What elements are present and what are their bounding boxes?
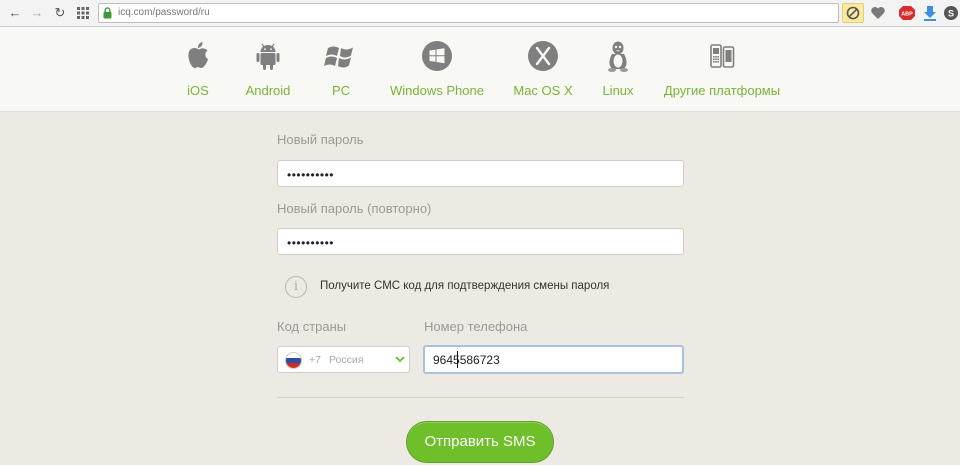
repeat-password-field[interactable]: •••••••••• xyxy=(277,228,684,255)
block-icon[interactable] xyxy=(842,3,864,23)
platform-label: iOS xyxy=(187,83,209,98)
heart-icon[interactable] xyxy=(867,3,889,23)
info-icon: i xyxy=(285,276,307,298)
platform-label: Другие платформы xyxy=(663,83,781,98)
text-cursor xyxy=(457,351,458,368)
platforms-bar: iOS Android PC Windows Phone Mac OS X Li… xyxy=(0,27,960,112)
apple-icon xyxy=(188,42,208,68)
reload-icon[interactable]: ↻ xyxy=(51,4,69,22)
new-password-value: •••••••••• xyxy=(287,168,335,182)
windows-icon xyxy=(324,46,353,68)
platform-label: Mac OS X xyxy=(513,83,573,98)
platform-label: PC xyxy=(331,83,351,98)
phone-number-value: 9645586723 xyxy=(433,353,500,367)
platform-ios[interactable]: iOS xyxy=(168,27,228,112)
lock-icon xyxy=(103,7,112,19)
platform-label: Android xyxy=(245,83,291,98)
address-bar[interactable]: icq.com/password/ru xyxy=(98,3,839,23)
phone-number-label: Номер телефона xyxy=(424,319,528,334)
platform-windows-phone[interactable]: Windows Phone xyxy=(388,27,486,112)
address-url: icq.com/password/ru xyxy=(118,7,210,18)
linux-icon xyxy=(608,41,628,72)
phone-number-input[interactable]: 9645586723 xyxy=(423,345,684,374)
skype-icon[interactable]: S xyxy=(942,3,960,23)
country-code-label: Код страны xyxy=(277,319,347,334)
send-sms-button[interactable]: Отправить SMS xyxy=(406,421,554,463)
new-password-field[interactable]: •••••••••• xyxy=(277,160,684,187)
chevron-down-icon xyxy=(395,356,405,363)
adblock-icon[interactable]: ABP xyxy=(896,3,918,23)
apps-grid-icon[interactable] xyxy=(74,4,92,22)
country-code-value: +7 xyxy=(309,354,321,366)
info-text: Получите СМС код для подтверждения смены… xyxy=(320,280,610,292)
platform-other[interactable]: Другие платформы xyxy=(660,27,784,112)
platform-android[interactable]: Android xyxy=(236,27,300,112)
back-arrow-icon[interactable]: ← xyxy=(6,4,24,22)
download-icon[interactable] xyxy=(919,3,941,23)
platform-label: Linux xyxy=(602,83,634,98)
devices-icon xyxy=(710,44,735,68)
divider xyxy=(277,397,684,398)
country-select[interactable]: +7 Россия xyxy=(277,346,410,373)
forward-arrow-icon[interactable]: → xyxy=(28,4,46,22)
svg-text:S: S xyxy=(948,9,954,19)
russia-flag-icon xyxy=(285,352,302,369)
mac-os-x-icon xyxy=(528,41,558,71)
windows-phone-icon xyxy=(422,41,452,71)
repeat-password-label: Новый пароль (повторно) xyxy=(277,201,432,216)
repeat-password-value: •••••••••• xyxy=(287,236,335,250)
platform-label: Windows Phone xyxy=(390,83,484,98)
new-password-label: Новый пароль xyxy=(277,132,364,147)
platform-linux[interactable]: Linux xyxy=(596,27,640,112)
country-name-value: Россия xyxy=(329,354,364,366)
browser-toolbar: ← → ↻ icq.com/password/ru ABP S xyxy=(0,0,960,27)
platform-mac-os-x[interactable]: Mac OS X xyxy=(510,27,576,112)
platform-pc[interactable]: PC xyxy=(316,27,366,112)
android-icon xyxy=(256,43,280,70)
svg-text:ABP: ABP xyxy=(901,12,913,18)
